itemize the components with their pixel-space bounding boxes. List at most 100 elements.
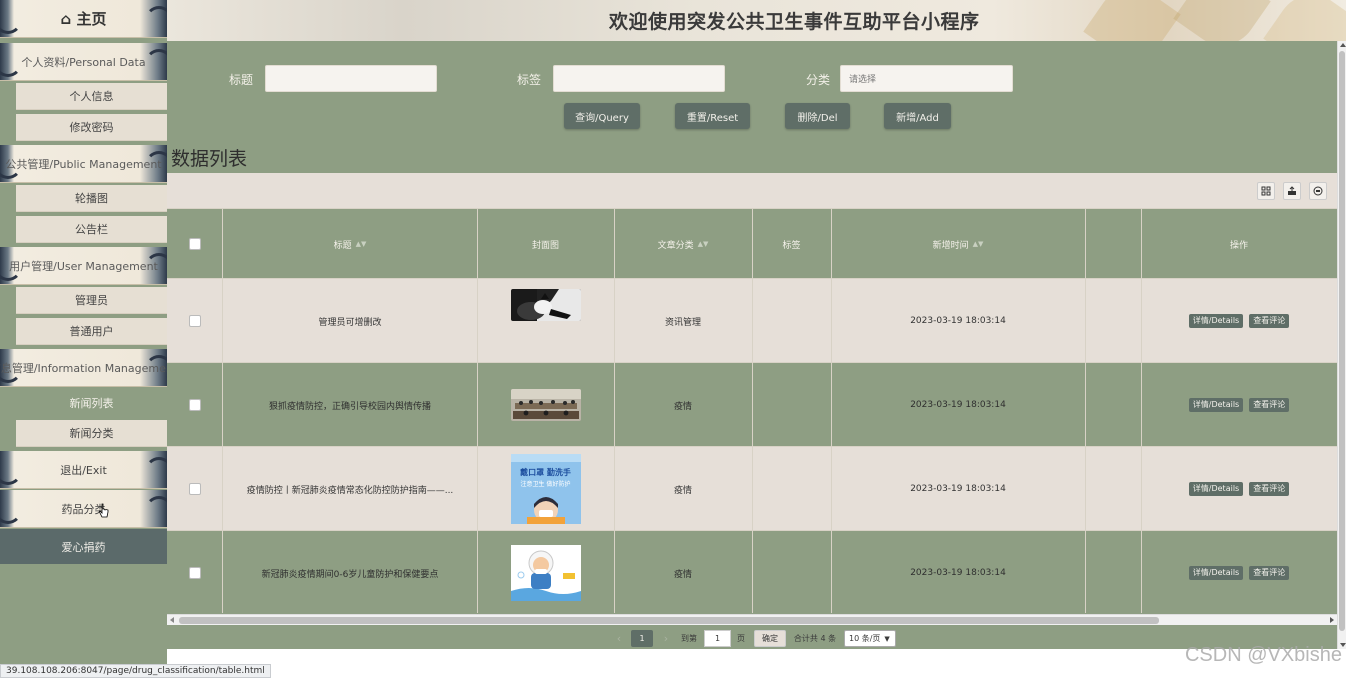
- goto-label: 到第: [681, 634, 697, 643]
- sidebar-item-normal-user[interactable]: 普通用户: [16, 318, 167, 345]
- sidebar-home[interactable]: ⌂ 主页: [0, 0, 167, 38]
- sort-icon[interactable]: ▲▼: [698, 240, 709, 248]
- row-category: 疫情: [673, 485, 692, 496]
- chevron-down-icon: ▼: [884, 634, 890, 643]
- goto-page-input[interactable]: 1: [704, 630, 731, 647]
- page-unit-label: 页: [737, 634, 745, 643]
- sidebar-item-change-password[interactable]: 修改密码: [16, 114, 167, 141]
- sidebar-item-news-list[interactable]: 新闻列表: [16, 389, 167, 416]
- sidebar-group-user[interactable]: 用户管理/User Management: [0, 247, 167, 285]
- page-number-current[interactable]: 1: [631, 630, 653, 647]
- column-header-category[interactable]: 文章分类 ▲▼: [614, 209, 752, 279]
- sidebar-exit-label: 退出/Exit: [60, 463, 107, 477]
- select-all-checkbox[interactable]: [189, 238, 201, 250]
- row-category: 疫情: [673, 569, 692, 580]
- export-icon[interactable]: [1283, 182, 1301, 200]
- sidebar-exit[interactable]: 退出/Exit: [0, 451, 167, 489]
- pagination: ‹ 1 › 到第 1 页 确定 合计共 4 条 10 条/页 ▼: [167, 627, 1337, 649]
- sidebar-home-label: ⌂ 主页: [60, 10, 107, 28]
- column-header-time[interactable]: 新增时间 ▲▼: [831, 209, 1085, 279]
- prev-page-icon[interactable]: ‹: [612, 630, 626, 647]
- row-cover-image[interactable]: [477, 279, 614, 363]
- goto-confirm-button[interactable]: 确定: [754, 630, 786, 647]
- column-divider: [614, 208, 615, 613]
- row-title: 管理员可增删改: [318, 317, 382, 328]
- details-button[interactable]: 详情/Details: [1188, 314, 1244, 328]
- browser-status-bar: 39.108.108.206:8047/page/drug_classifica…: [0, 664, 271, 678]
- sort-icon[interactable]: ▲▼: [356, 240, 367, 248]
- watermark-text: CSDN @VXbishe: [1184, 644, 1342, 666]
- vertical-scroll-thumb[interactable]: [1339, 51, 1345, 631]
- horizontal-scroll-thumb[interactable]: [179, 617, 1159, 624]
- sidebar-group-public[interactable]: 公共管理/Public Management: [0, 145, 167, 183]
- meeting-photo-image: [510, 389, 581, 421]
- sidebar-item-notice[interactable]: 公告栏: [16, 216, 167, 243]
- sidebar-group-info[interactable]: 信息管理/Information Management: [0, 349, 167, 387]
- scroll-left-arrow-icon[interactable]: [170, 617, 174, 623]
- row-checkbox[interactable]: [189, 315, 201, 327]
- scroll-up-arrow-icon[interactable]: [1340, 43, 1346, 47]
- column-divider: [222, 208, 223, 613]
- scroll-right-arrow-icon[interactable]: [1330, 617, 1334, 623]
- query-button[interactable]: 查询/Query: [564, 103, 640, 129]
- horizontal-scrollbar[interactable]: [167, 614, 1337, 625]
- tag-input[interactable]: [553, 65, 725, 92]
- page-header: 欢迎使用突发公共卫生事件互助平台小程序: [167, 0, 1346, 41]
- details-button[interactable]: 详情/Details: [1188, 482, 1244, 496]
- column-header-label: 文章分类: [657, 240, 694, 251]
- category-select-placeholder: 请选择: [849, 75, 877, 85]
- main-content: 标题 标签 分类 请选择 查询/Query 重置/Reset 删除/Del 新增…: [167, 41, 1337, 649]
- column-divider: [831, 208, 832, 613]
- sidebar-item-personal-info[interactable]: 个人信息: [16, 83, 167, 110]
- row-cover-image[interactable]: [477, 531, 614, 615]
- view-comments-button[interactable]: 查看评论: [1249, 566, 1290, 580]
- view-comments-button[interactable]: 查看评论: [1249, 398, 1290, 412]
- row-checkbox[interactable]: [189, 483, 201, 495]
- sidebar-item-news-category[interactable]: 新闻分类: [16, 420, 167, 447]
- row-checkbox[interactable]: [189, 399, 201, 411]
- row-title: 新冠肺炎疫情期间0-6岁儿童防护和保健要点: [261, 569, 439, 580]
- column-divider: [752, 208, 753, 613]
- details-button[interactable]: 详情/Details: [1188, 398, 1244, 412]
- column-header-title[interactable]: 标题 ▲▼: [223, 209, 477, 279]
- page-size-select[interactable]: 10 条/页 ▼: [844, 630, 896, 647]
- row-checkbox[interactable]: [189, 567, 201, 579]
- category-select[interactable]: 请选择: [840, 65, 1013, 92]
- row-title: 疫情防控丨新冠肺炎疫情常态化防控防护指南——...: [246, 485, 454, 496]
- row-tag: [752, 531, 831, 615]
- row-actions: 详情/Details 查看评论: [1141, 531, 1337, 615]
- view-comments-button[interactable]: 查看评论: [1249, 314, 1290, 328]
- sidebar-group-label: 用户管理/User Management: [9, 259, 158, 273]
- next-page-icon[interactable]: ›: [659, 630, 673, 647]
- sidebar-item-carousel[interactable]: 轮播图: [16, 185, 167, 212]
- column-header-label: 标题: [333, 240, 352, 251]
- row-title: 狠抓疫情防控，正确引导校园内舆情传播: [268, 401, 431, 412]
- columns-filter-icon[interactable]: [1257, 182, 1275, 200]
- column-divider: [1085, 208, 1086, 613]
- column-header-cover: 封面图: [477, 209, 614, 279]
- sidebar-love-donation[interactable]: 爱心捐药: [0, 529, 167, 564]
- sidebar-item-admin[interactable]: 管理员: [16, 287, 167, 314]
- title-input[interactable]: [265, 65, 437, 92]
- sidebar-group-label: 信息管理/Information Management: [0, 361, 167, 375]
- details-button[interactable]: 详情/Details: [1188, 566, 1244, 580]
- row-cover-image[interactable]: [477, 363, 614, 447]
- row-category: 疫情: [673, 401, 692, 412]
- sidebar-group-personal[interactable]: 个人资料/Personal Data: [0, 43, 167, 81]
- sort-icon[interactable]: ▲▼: [973, 240, 984, 248]
- vertical-scrollbar[interactable]: [1337, 41, 1346, 649]
- reset-button[interactable]: 重置/Reset: [675, 103, 750, 129]
- print-icon[interactable]: [1309, 182, 1327, 200]
- column-divider: [1141, 208, 1142, 613]
- row-time: 2023-03-19 18:03:14: [910, 484, 1006, 494]
- row-actions: 详情/Details 查看评论: [1141, 363, 1337, 447]
- child-cartoon-image: [510, 545, 581, 601]
- row-time: 2023-03-19 18:03:14: [910, 568, 1006, 578]
- sidebar-drug-category[interactable]: 药品分类: [0, 490, 167, 528]
- table-toolbar: [167, 173, 1337, 208]
- view-comments-button[interactable]: 查看评论: [1249, 482, 1290, 496]
- delete-button[interactable]: 删除/Del: [785, 103, 850, 129]
- add-button[interactable]: 新增/Add: [884, 103, 951, 129]
- header-leaf-decoration: [1083, 0, 1181, 41]
- row-cover-image[interactable]: 戴口罩 勤洗手 注意卫生 做好防护: [477, 447, 614, 531]
